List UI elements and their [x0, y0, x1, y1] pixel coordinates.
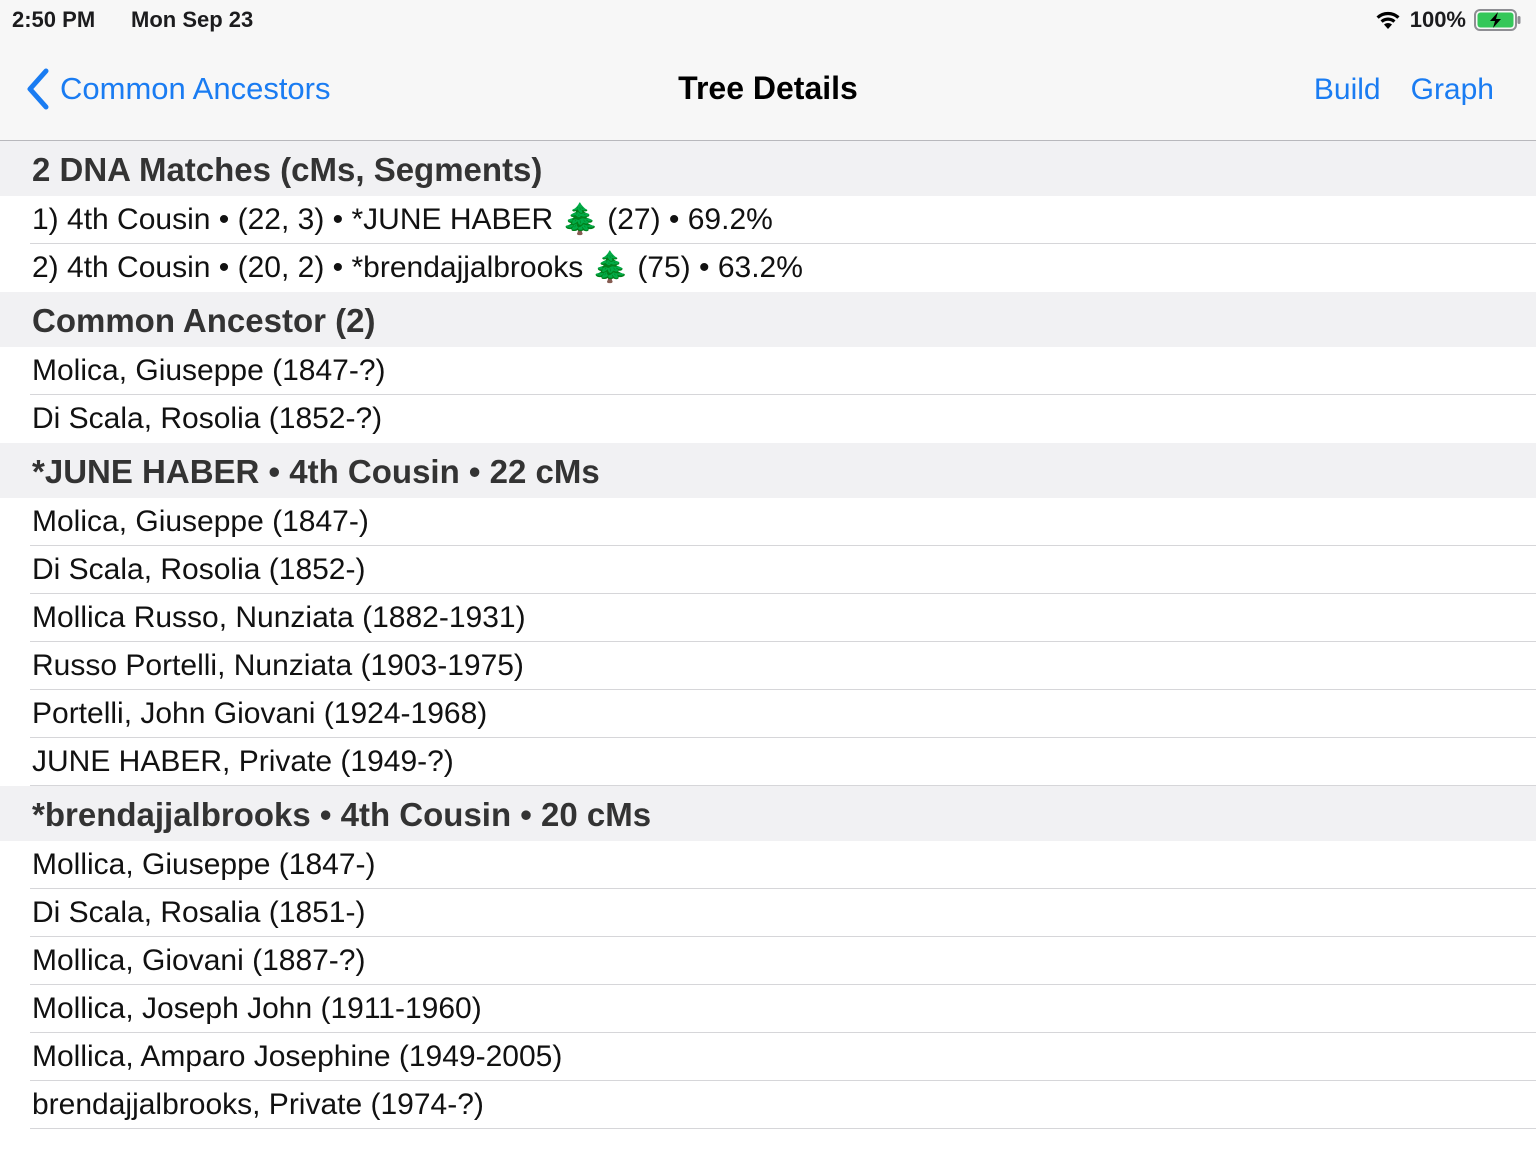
- section-header-match-lineage: *brendajjalbrooks • 4th Cousin • 20 cMs: [0, 786, 1536, 841]
- lineage-row[interactable]: Mollica Russo, Nunziata (1882-1931): [0, 594, 1536, 642]
- navigation-bar: Common Ancestors Tree Details Build Grap…: [0, 40, 1536, 141]
- status-time: 2:50 PM: [12, 7, 96, 32]
- lineage-row[interactable]: Di Scala, Rosolia (1852-): [0, 546, 1536, 594]
- graph-button[interactable]: Graph: [1411, 73, 1494, 107]
- status-bar: 2:50 PM Mon Sep 23 100%: [0, 0, 1536, 40]
- dna-match-row[interactable]: 1) 4th Cousin • (22, 3) • *JUNE HABER 🌲 …: [0, 196, 1536, 244]
- lineage-row[interactable]: JUNE HABER, Private (1949-?): [0, 738, 1536, 786]
- section-header-common-ancestor: Common Ancestor (2): [0, 292, 1536, 347]
- dna-match-row[interactable]: 2) 4th Cousin • (20, 2) • *brendajjalbro…: [0, 244, 1536, 292]
- section-header-dna-matches: 2 DNA Matches (cMs, Segments): [0, 141, 1536, 196]
- tree-details-table: 2 DNA Matches (cMs, Segments) 1) 4th Cou…: [0, 141, 1536, 1129]
- lineage-row[interactable]: Portelli, John Giovani (1924-1968): [0, 690, 1536, 738]
- lineage-row[interactable]: Mollica, Joseph John (1911-1960): [0, 985, 1536, 1033]
- battery-charging-icon: [1474, 9, 1522, 31]
- nav-actions: Build Graph: [1314, 73, 1494, 107]
- lineage-row[interactable]: Russo Portelli, Nunziata (1903-1975): [0, 642, 1536, 690]
- section-header-match-lineage: *JUNE HABER • 4th Cousin • 22 cMs: [0, 443, 1536, 498]
- lineage-row[interactable]: Mollica, Giovani (1887-?): [0, 937, 1536, 985]
- back-button[interactable]: Common Ancestors: [22, 66, 331, 112]
- lineage-row[interactable]: Di Scala, Rosalia (1851-): [0, 889, 1536, 937]
- ancestor-row[interactable]: Molica, Giuseppe (1847-?): [0, 347, 1536, 395]
- status-indicators: 100%: [1374, 7, 1522, 33]
- chevron-left-icon: [27, 68, 49, 110]
- lineage-row[interactable]: brendajjalbrooks, Private (1974-?): [0, 1081, 1536, 1129]
- lineage-row[interactable]: Mollica, Giuseppe (1847-): [0, 841, 1536, 889]
- lineage-row[interactable]: Mollica, Amparo Josephine (1949-2005): [0, 1033, 1536, 1081]
- wifi-icon: [1374, 9, 1402, 31]
- back-button-label: Common Ancestors: [60, 71, 331, 106]
- status-date: Mon Sep 23: [131, 7, 254, 32]
- ancestor-row[interactable]: Di Scala, Rosolia (1852-?): [0, 395, 1536, 443]
- build-button[interactable]: Build: [1314, 73, 1381, 107]
- lineage-row[interactable]: Molica, Giuseppe (1847-): [0, 498, 1536, 546]
- battery-percent: 100%: [1409, 7, 1466, 32]
